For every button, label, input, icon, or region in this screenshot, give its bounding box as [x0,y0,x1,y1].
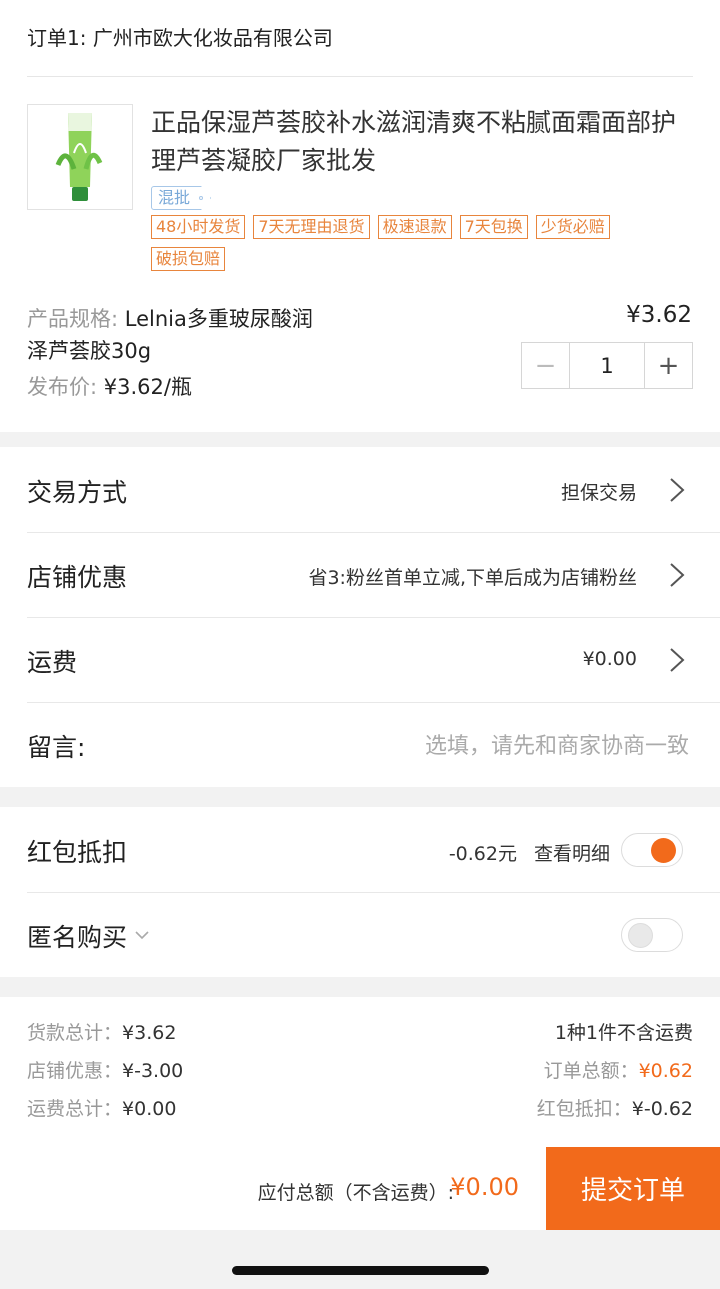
release-price-value: ¥3.62/瓶 [103,375,192,399]
release-price-label: 发布价: [27,375,98,399]
goods-total-value: ¥3.62 [122,1022,177,1044]
pay-total-amount: ¥0.00 [450,1173,519,1201]
release-price-row: 发布价: ¥3.62/瓶 [27,371,192,403]
divider [27,76,693,77]
red-packet-summary-label: 红包抵扣： [536,1098,632,1120]
anonymous-row: 匿名购买 [0,892,720,977]
service-tag: 48小时发货 [151,215,246,239]
shop-discount-summary-value: ¥-3.00 [122,1060,184,1082]
red-packet-label: 红包抵扣 [27,838,128,867]
home-indicator[interactable] [232,1266,489,1275]
order-total-value: ¥0.62 [638,1060,693,1082]
red-packet-toggle[interactable] [621,833,683,867]
summary-right: 1种1件不含运费 订单总额：¥0.62 红包抵扣：¥-0.62 [537,1014,693,1128]
message-label: 留言: [27,733,86,762]
shop-discount-row[interactable]: 店铺优惠 省3:粉丝首单立减,下单后成为店铺粉丝 [0,532,720,617]
shop-discount-label: 店铺优惠 [27,563,128,592]
aloe-tube-image [28,105,132,209]
trade-method-label: 交易方式 [27,478,128,507]
plus-icon[interactable]: + [645,343,692,388]
unit-price: ¥3.62 [626,302,692,328]
order-total-label: 订单总额： [543,1060,639,1082]
message-row: 留言: [0,702,720,787]
red-packet-value: -0.62元 [448,843,517,865]
service-tag: 极速退款 [377,215,452,239]
tag-hole-icon [199,196,203,200]
spec-label: 产品规格: [27,307,119,331]
order-confirmation-page: 订单1: 广州市欧大化妆品有限公司 正品保湿芦荟胶补水滋润清爽不粘腻面霜面部护理… [0,0,720,1289]
shipping-value: ¥0.00 [582,648,637,670]
service-tag: 少货必赔 [535,215,610,239]
mix-tag-label: 混批 [158,188,191,207]
submit-order-button[interactable]: 提交订单 [546,1147,720,1230]
product-title[interactable]: 正品保湿芦荟胶补水滋润清爽不粘腻面霜面部护理芦荟凝胶厂家批发 [151,104,691,180]
shop-discount-value: 省3:粉丝首单立减,下单后成为店铺粉丝 [308,567,637,589]
options-card: 交易方式 担保交易 店铺优惠 省3:粉丝首单立减,下单后成为店铺粉丝 运费 ¥0… [0,447,720,787]
chevron-right-icon [670,648,685,672]
summary-left: 货款总计：¥3.62 店铺优惠：¥-3.00 运费总计：¥0.00 [27,1014,183,1128]
shipping-row[interactable]: 运费 ¥0.00 [0,617,720,702]
chevron-down-icon [135,931,149,940]
toggle-knob [628,923,653,948]
order-total-row: 订单总额：¥0.62 [537,1052,693,1090]
service-tags: 48小时发货 7天无理由退货 极速退款 7天包换 少货必赔 破损包赔 [151,215,691,271]
shop-discount-summary-row: 店铺优惠：¥-3.00 [27,1052,183,1090]
mix-tag: 混批 [151,186,211,210]
minus-icon[interactable]: − [522,343,569,388]
trade-method-row[interactable]: 交易方式 担保交易 [0,447,720,532]
product-image[interactable] [27,104,133,210]
count-note: 1种1件不含运费 [554,1022,693,1044]
order-card: 订单1: 广州市欧大化妆品有限公司 正品保湿芦荟胶补水滋润清爽不粘腻面霜面部护理… [0,0,720,432]
quantity-value[interactable]: 1 [569,343,645,388]
anonymous-toggle[interactable] [621,918,683,952]
service-tag: 7天包换 [459,215,528,239]
red-packet-summary-value: ¥-0.62 [631,1098,693,1120]
service-tag: 7天无理由退货 [253,215,370,239]
anonymous-label: 匿名购买 [27,923,128,952]
shipping-total-row: 运费总计：¥0.00 [27,1090,183,1128]
trade-method-value: 担保交易 [560,482,637,504]
shipping-total-label: 运费总计： [27,1098,123,1120]
service-tag: 破损包赔 [151,247,226,271]
message-input[interactable] [160,726,689,766]
anonymous-label-group[interactable]: 匿名购买 [27,918,149,954]
pay-total-label: 应付总额（不含运费）: [257,1182,454,1204]
red-packet-summary-row: 红包抵扣：¥-0.62 [537,1090,693,1128]
shop-discount-summary-label: 店铺优惠： [27,1060,123,1082]
spec-value-line2: 泽芦荟胶30g [27,339,152,363]
discount-card: 红包抵扣 -0.62元 查看明细 匿名购买 [0,807,720,977]
shipping-total-value: ¥0.00 [122,1098,177,1120]
checkout-footer: 应付总额（不含运费）: ¥0.00 提交订单 [0,1147,720,1230]
order-header: 订单1: 广州市欧大化妆品有限公司 [27,26,333,50]
shipping-label: 运费 [27,648,78,677]
spec-value: Lelnia多重玻尿酸润 [124,307,313,331]
chevron-right-icon [670,563,685,587]
goods-total-label: 货款总计： [27,1022,123,1044]
quantity-stepper: − 1 + [521,342,693,389]
chevron-right-icon [670,478,685,502]
goods-total-row: 货款总计：¥3.62 [27,1014,183,1052]
toggle-knob [651,838,676,863]
summary-card: 货款总计：¥3.62 店铺优惠：¥-3.00 运费总计：¥0.00 1种1件不含… [0,997,720,1147]
red-packet-row: 红包抵扣 -0.62元 查看明细 [0,807,720,892]
spec-row: 产品规格: Lelnia多重玻尿酸润 [27,303,313,335]
view-detail-link[interactable]: 查看明细 [534,839,610,866]
